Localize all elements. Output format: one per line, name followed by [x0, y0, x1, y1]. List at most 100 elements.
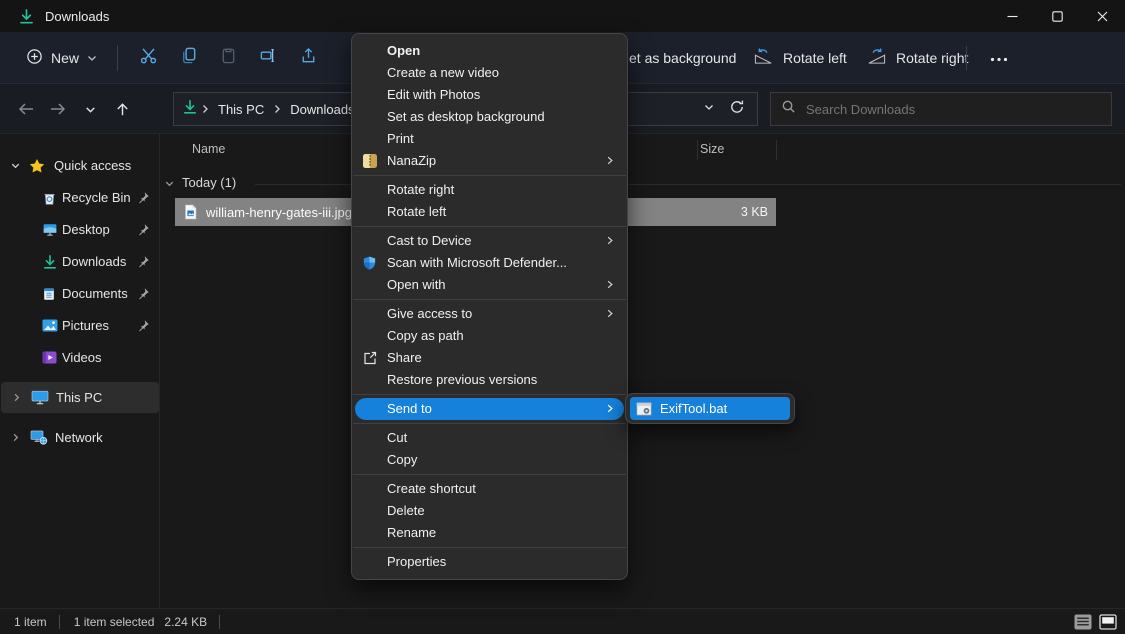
- search-input[interactable]: [806, 102, 1066, 117]
- new-button[interactable]: New: [16, 42, 107, 74]
- new-button-label: New: [51, 50, 79, 66]
- file-size: 3 KB: [741, 205, 768, 219]
- sidebar-item-desktop[interactable]: Desktop: [0, 214, 158, 245]
- rename-button[interactable]: [248, 40, 288, 76]
- recent-locations-button[interactable]: [74, 93, 106, 125]
- downloads-folder-icon: [18, 8, 35, 25]
- maximize-button[interactable]: [1035, 0, 1080, 32]
- share-icon: [362, 350, 378, 366]
- menu-item-properties[interactable]: Properties: [352, 551, 627, 573]
- breadcrumb-this-pc[interactable]: This PC: [212, 102, 270, 117]
- menu-separator: [353, 299, 626, 300]
- close-button[interactable]: [1080, 0, 1125, 32]
- menu-item-print[interactable]: Print: [352, 128, 627, 150]
- downloads-folder-icon: [42, 254, 58, 270]
- sidebar-item-videos[interactable]: Videos: [0, 342, 158, 373]
- menu-item-rotate-right[interactable]: Rotate right: [352, 179, 627, 201]
- menu-item-scan-with-defender[interactable]: Scan with Microsoft Defender...: [352, 252, 627, 274]
- back-button[interactable]: [10, 93, 42, 125]
- column-divider[interactable]: [697, 140, 698, 160]
- up-button[interactable]: [106, 93, 138, 125]
- copy-button[interactable]: [168, 40, 208, 76]
- toolbar-divider: [117, 45, 118, 71]
- menu-item-delete[interactable]: Delete: [352, 500, 627, 522]
- sidebar-item-network[interactable]: Network: [0, 422, 158, 453]
- sidebar-item-quick-access[interactable]: Quick access: [0, 150, 158, 181]
- group-header-today[interactable]: Today (1): [182, 175, 236, 190]
- menu-item-cast-to-device[interactable]: Cast to Device: [352, 230, 627, 252]
- ellipsis-icon: [990, 49, 1008, 67]
- column-divider[interactable]: [776, 140, 777, 160]
- menu-item-rename[interactable]: Rename: [352, 522, 627, 544]
- star-icon: [29, 158, 45, 174]
- rotate-left-button[interactable]: Rotate left: [753, 32, 847, 84]
- sidebar-item-pictures[interactable]: Pictures: [0, 310, 158, 341]
- paste-button[interactable]: [208, 40, 248, 76]
- column-header-name[interactable]: Name: [192, 142, 225, 156]
- address-dropdown-icon[interactable]: [703, 100, 715, 118]
- documents-icon: [42, 286, 56, 302]
- sidebar-item-label: Documents: [62, 286, 128, 301]
- selection-size: 2.24 KB: [164, 615, 207, 629]
- menu-item-restore-previous-versions[interactable]: Restore previous versions: [352, 369, 627, 391]
- sidebar-item-documents[interactable]: Documents: [0, 278, 158, 309]
- menu-item-copy[interactable]: Copy: [352, 449, 627, 471]
- minimize-button[interactable]: [990, 0, 1035, 32]
- menu-item-create-shortcut[interactable]: Create shortcut: [352, 478, 627, 500]
- details-view-button[interactable]: [1073, 613, 1093, 630]
- see-more-button[interactable]: [982, 46, 1016, 70]
- submenu-chevron-icon: [605, 233, 615, 248]
- rotate-left-label: Rotate left: [783, 50, 847, 66]
- refresh-icon[interactable]: [729, 99, 745, 120]
- menu-item-give-access-to[interactable]: Give access to: [352, 303, 627, 325]
- chevron-down-icon[interactable]: [10, 160, 21, 171]
- menu-separator: [353, 547, 626, 548]
- item-count: 1 item: [14, 615, 47, 629]
- pictures-icon: [42, 319, 58, 332]
- menu-item-share[interactable]: Share: [352, 347, 627, 369]
- breadcrumb-chevron-icon: [270, 104, 284, 114]
- menu-item-open[interactable]: Open: [352, 40, 627, 62]
- set-as-background-button[interactable]: et as background: [629, 32, 736, 84]
- defender-shield-icon: [362, 255, 377, 271]
- file-name: william-henry-gates-iii.jpg: [206, 205, 352, 220]
- send-to-submenu: ExifTool.bat: [625, 393, 795, 424]
- group-collapse-chevron-icon[interactable]: [164, 177, 175, 192]
- sidebar-item-downloads[interactable]: Downloads: [0, 246, 158, 277]
- menu-item-rotate-left[interactable]: Rotate left: [352, 201, 627, 223]
- cut-button[interactable]: [128, 40, 168, 76]
- column-header-size[interactable]: Size: [700, 142, 724, 156]
- status-divider: [59, 615, 60, 629]
- menu-item-open-with[interactable]: Open with: [352, 274, 627, 296]
- chevron-right-icon[interactable]: [10, 432, 21, 443]
- submenu-chevron-icon: [605, 277, 615, 292]
- menu-item-set-as-desktop-background[interactable]: Set as desktop background: [352, 106, 627, 128]
- sidebar-item-recycle-bin[interactable]: Recycle Bin: [0, 182, 158, 213]
- menu-item-nanazip[interactable]: NanaZip: [352, 150, 627, 172]
- pin-icon: [137, 319, 150, 332]
- rotate-right-button[interactable]: Rotate right: [866, 32, 968, 84]
- menu-separator: [353, 394, 626, 395]
- rotate-right-label: Rotate right: [896, 50, 968, 66]
- sidebar-item-label: Network: [55, 430, 103, 445]
- desktop-icon: [42, 222, 58, 237]
- window-title: Downloads: [45, 9, 109, 24]
- large-icons-view-button[interactable]: [1098, 613, 1118, 630]
- sidebar-item-label: This PC: [56, 390, 102, 405]
- share-icon: [299, 46, 318, 70]
- menu-item-edit-with-photos[interactable]: Edit with Photos: [352, 84, 627, 106]
- menu-item-copy-as-path[interactable]: Copy as path: [352, 325, 627, 347]
- submenu-item-exiftool[interactable]: ExifTool.bat: [630, 397, 790, 420]
- menu-item-cut[interactable]: Cut: [352, 427, 627, 449]
- forward-button[interactable]: [42, 93, 74, 125]
- share-button[interactable]: [288, 40, 328, 76]
- chevron-right-icon[interactable]: [11, 392, 22, 403]
- sidebar-item-this-pc[interactable]: This PC: [1, 382, 159, 413]
- search-icon: [781, 99, 796, 119]
- menu-item-send-to[interactable]: Send to: [355, 398, 624, 420]
- breadcrumb-downloads[interactable]: Downloads: [284, 102, 360, 117]
- sidebar-item-label: Videos: [62, 350, 102, 365]
- search-box[interactable]: [770, 92, 1112, 126]
- this-pc-icon: [31, 390, 49, 405]
- menu-item-create-new-video[interactable]: Create a new video: [352, 62, 627, 84]
